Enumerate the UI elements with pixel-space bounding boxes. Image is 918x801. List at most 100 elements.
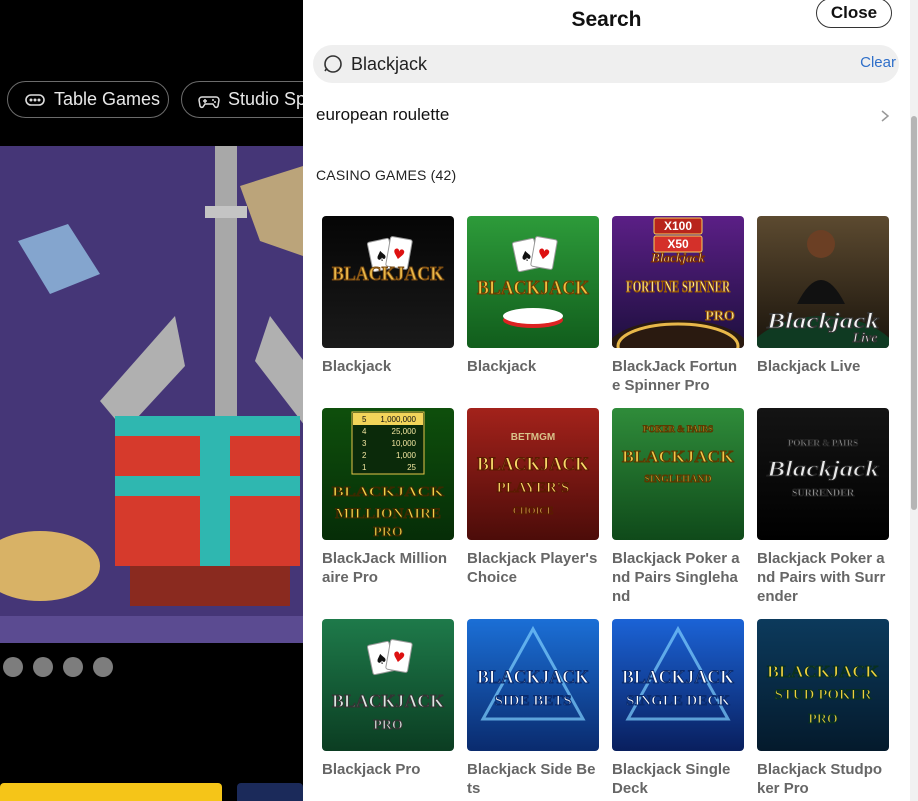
carousel-dot[interactable]: [33, 657, 53, 677]
game-card[interactable]: ♠ ♥ BLACKJACK Blackjack: [322, 216, 454, 376]
art-subtitle: SIDE BETS: [494, 693, 571, 709]
game-thumbnail[interactable]: BLACKJACK STUD POKER PRO: [757, 619, 889, 751]
game-card[interactable]: Blackjack Live Blackjack Live: [757, 216, 889, 376]
game-card[interactable]: BLACKJACK POKER & PAIRS SINGLEHAND Blackjac…: [612, 408, 744, 606]
game-title[interactable]: BlackJack Fortune Spinner Pro: [612, 357, 744, 395]
art-title: BLACKJACK: [477, 667, 589, 688]
game-title[interactable]: Blackjack Pro: [322, 760, 454, 779]
art-title: BLACKJACK: [622, 667, 734, 688]
scrollbar-thumb[interactable]: [911, 116, 917, 510]
art-subtitle: POKER & PAIRS: [788, 438, 858, 448]
art-suffix: CHOICE: [513, 506, 554, 517]
art-suffix: SURRENDER: [792, 488, 855, 499]
art-title: Blackjack: [766, 308, 879, 333]
game-thumbnail[interactable]: ♠ ♥ BLACKJACK: [467, 216, 599, 348]
game-thumbnail[interactable]: X100 X50 Blackjack FORTUNE SPINNER PRO: [612, 216, 744, 348]
art-subtitle: POKER & PAIRS: [643, 424, 713, 434]
carousel-dots: [3, 657, 113, 677]
promo-card[interactable]: [237, 783, 303, 801]
hero-banner[interactable]: [0, 146, 303, 643]
gamepad-icon: [198, 95, 220, 108]
art-title: BLACKJACK: [332, 691, 444, 711]
close-button[interactable]: Close: [816, 0, 892, 28]
art-subtitle: MILLIONAIRE: [335, 506, 441, 522]
game-title[interactable]: Blackjack Single Deck: [612, 760, 744, 798]
art-suffix: PRO: [373, 525, 403, 540]
carousel-dot[interactable]: [93, 657, 113, 677]
game-thumbnail[interactable]: ♠ ♥ BLACKJACK PRO: [322, 619, 454, 751]
svg-text:2: 2: [362, 451, 367, 460]
art-brand: BETMGM: [511, 432, 555, 443]
art-suffix: PRO: [373, 718, 403, 733]
suggestion-label: european roulette: [316, 105, 450, 124]
svg-text:3: 3: [362, 439, 367, 448]
game-thumbnail[interactable]: ♠ ♥ BLACKJACK: [322, 216, 454, 348]
svg-text:10,000: 10,000: [392, 439, 417, 448]
table-games-chip[interactable]: Table Games: [7, 81, 169, 118]
svg-text:5: 5: [362, 415, 367, 424]
promo-card[interactable]: [0, 783, 222, 801]
svg-text:4: 4: [362, 427, 367, 436]
art-title: BLACKJACK: [477, 454, 589, 475]
art-suffix: SINGLEHAND: [644, 474, 711, 485]
art-title: BLACKJACK: [622, 447, 735, 466]
game-title[interactable]: Blackjack Studpoker Pro: [757, 760, 889, 798]
art-badge: X50: [667, 237, 689, 251]
game-card[interactable]: BLACKJACK STUD POKER PRO Blackjack Studpoke…: [757, 619, 889, 798]
game-title[interactable]: Blackjack Poker and Pairs Singlehand: [612, 549, 744, 606]
game-card[interactable]: 5 1,000,000 4 25,000 3 10,000 2 1,000 1 25 BLACKJA…: [322, 408, 454, 587]
art-title: Blackjack: [766, 456, 879, 481]
game-card[interactable]: X100 X50 Blackjack FORTUNE SPINNER PRO BlackJ…: [612, 216, 744, 395]
scrollbar[interactable]: [910, 0, 918, 801]
art-title: BLACKJACK: [332, 485, 444, 500]
art-script: Blackjack: [650, 250, 705, 265]
game-thumbnail[interactable]: BLACKJACK SIDE BETS: [467, 619, 599, 751]
game-title[interactable]: Blackjack Poker and Pairs with Surrender: [757, 549, 889, 606]
carousel-dot[interactable]: [63, 657, 83, 677]
svg-text:1: 1: [362, 463, 367, 472]
game-title[interactable]: Blackjack Live: [757, 357, 889, 376]
suggestion-item[interactable]: european roulette: [303, 96, 910, 136]
game-thumbnail[interactable]: BLACKJACK SINGLE DECK: [612, 619, 744, 751]
game-card[interactable]: BLACKJACK SINGLE DECK Blackjack Single Dec…: [612, 619, 744, 798]
svg-text:25: 25: [407, 463, 416, 472]
section-heading: CASINO GAMES (42): [316, 167, 457, 183]
game-thumbnail[interactable]: BLACKJACK POKER & PAIRS SINGLEHAND: [612, 408, 744, 540]
art-subtitle: PLAYER'S: [497, 480, 570, 496]
table-games-label: Table Games: [54, 89, 161, 109]
game-card[interactable]: ♠ ♥ BLACKJACK Blackjack: [467, 216, 599, 376]
game-title[interactable]: BlackJack Millionaire Pro: [322, 549, 454, 587]
game-title[interactable]: Blackjack: [322, 357, 454, 376]
game-thumbnail[interactable]: 5 1,000,000 4 25,000 3 10,000 2 1,000 1 25 BLACKJA…: [322, 408, 454, 540]
game-thumbnail[interactable]: Blackjack Live: [757, 216, 889, 348]
art-title: FORTUNE SPINNER: [626, 277, 730, 296]
art-suffix: PRO: [705, 309, 735, 324]
svg-text:1,000,000: 1,000,000: [380, 415, 416, 424]
art-subtitle: SINGLE DECK: [626, 693, 730, 709]
game-card[interactable]: Blackjack POKER & PAIRS SURRENDER Blackjack…: [757, 408, 889, 606]
game-title[interactable]: Blackjack Player's Choice: [467, 549, 599, 587]
claw-machine-illustration: [0, 146, 303, 643]
game-thumbnail[interactable]: Blackjack POKER & PAIRS SURRENDER: [757, 408, 889, 540]
art-suffix: PRO: [808, 712, 838, 727]
search-panel: Search Close Clear european roulette CAS…: [303, 0, 910, 801]
game-card[interactable]: ♠ ♥ BLACKJACK PRO Blackjack Pro: [322, 619, 454, 779]
search-input[interactable]: [351, 51, 841, 77]
carousel-dot[interactable]: [3, 657, 23, 677]
search-icon: [324, 55, 342, 73]
svg-text:25,000: 25,000: [392, 427, 417, 436]
game-title[interactable]: Blackjack: [467, 357, 599, 376]
search-bar: Clear: [313, 45, 899, 83]
game-title[interactable]: Blackjack Side Bets: [467, 760, 599, 798]
art-title: BLACKJACK: [332, 263, 444, 285]
art-subtitle: STUD POKER: [774, 687, 871, 703]
art-title: BLACKJACK: [477, 277, 589, 299]
art-title: BLACKJACK: [767, 662, 880, 681]
game-card[interactable]: BLACKJACK SIDE BETS Blackjack Side Bets: [467, 619, 599, 798]
game-card[interactable]: BETMGM BLACKJACK PLAYER'S CHOICE Blackjack P…: [467, 408, 599, 587]
clear-button[interactable]: Clear: [860, 54, 896, 71]
art-suffix: Live: [852, 331, 878, 346]
table-games-icon: [25, 93, 45, 106]
game-thumbnail[interactable]: BETMGM BLACKJACK PLAYER'S CHOICE: [467, 408, 599, 540]
svg-text:1,000: 1,000: [396, 451, 417, 460]
